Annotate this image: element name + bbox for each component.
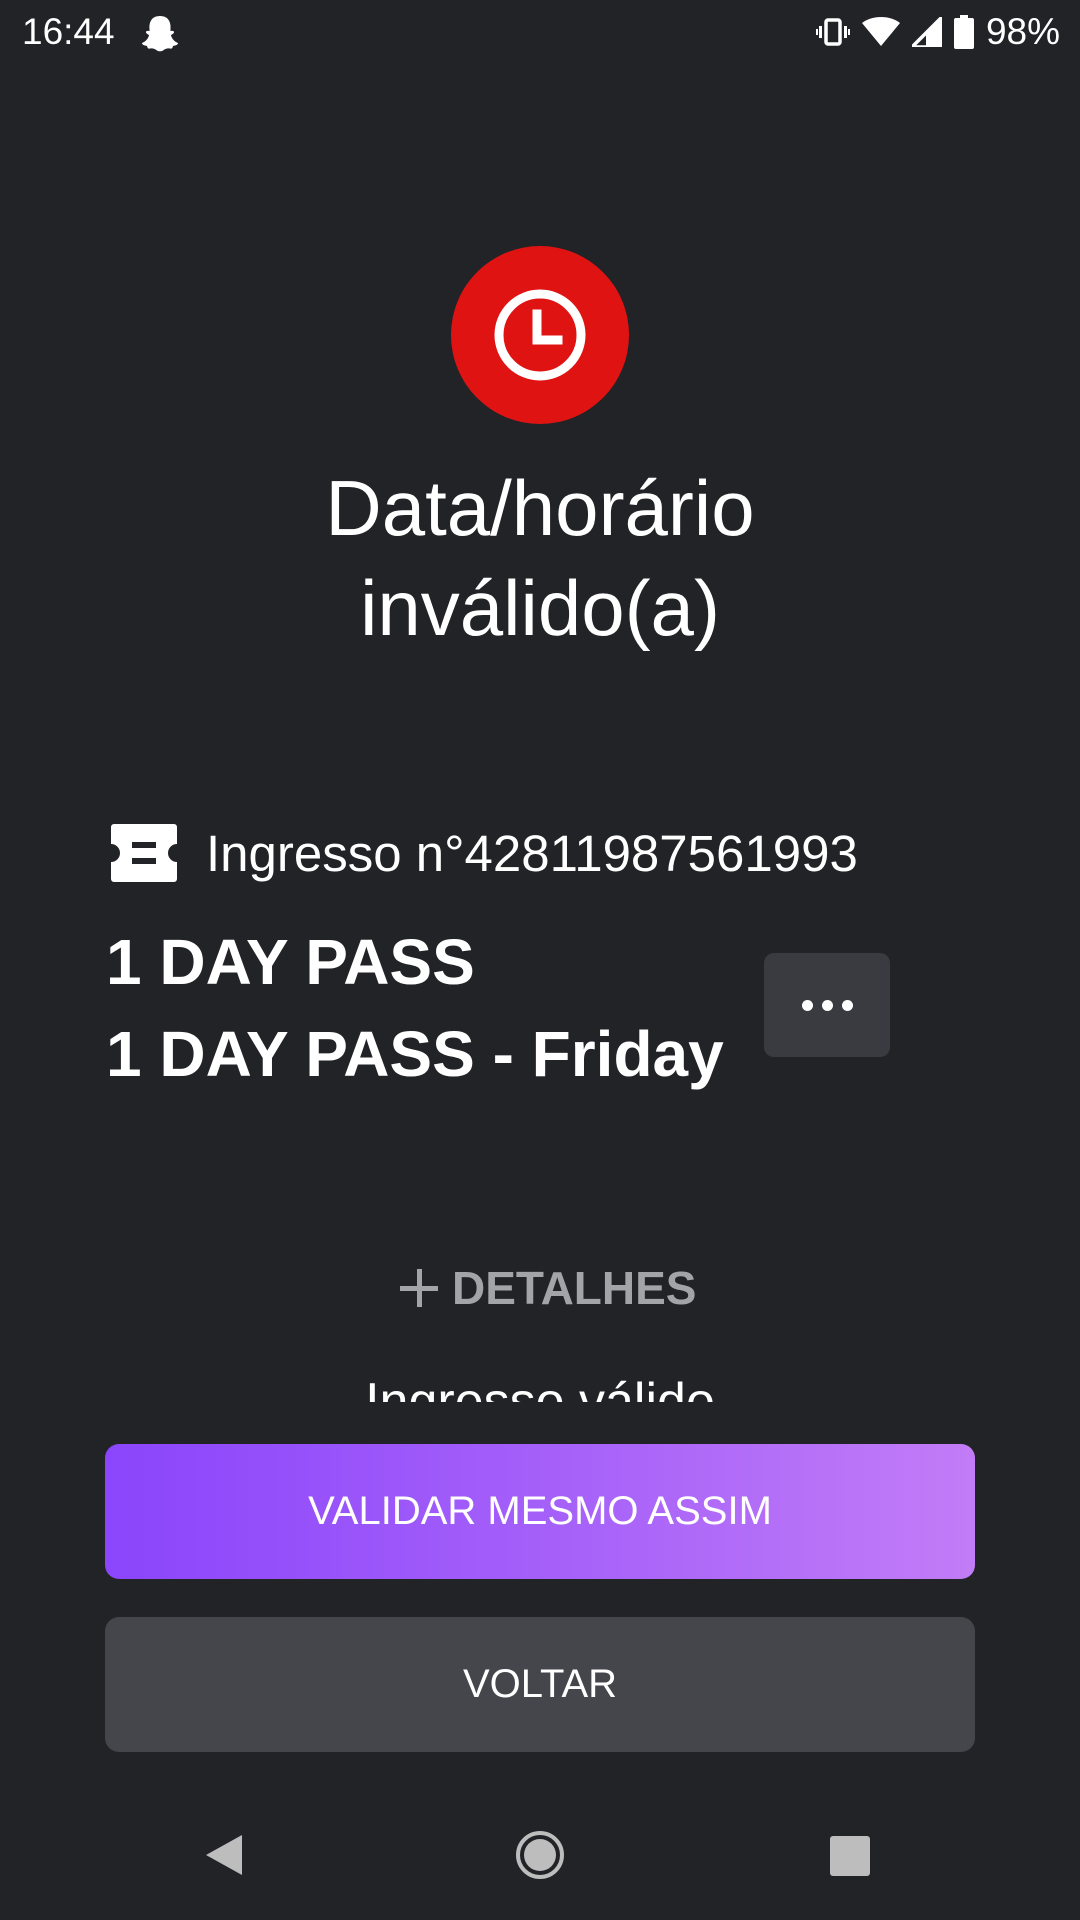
- ticket-subname: 1 DAY PASS - Friday: [106, 1018, 724, 1090]
- alert-title-line2: inválido(a): [360, 564, 720, 652]
- details-toggle[interactable]: DETALHES: [400, 1258, 700, 1318]
- plus-icon: [400, 1269, 438, 1307]
- wifi-icon: [861, 17, 900, 47]
- ticket-number: Ingresso n°42811987561993: [206, 824, 858, 882]
- navigation-bar: [0, 1800, 1080, 1920]
- nav-home-icon[interactable]: [515, 1830, 565, 1885]
- back-button[interactable]: VOLTAR: [105, 1617, 975, 1752]
- validate-anyway-button[interactable]: VALIDAR MESMO ASSIM: [105, 1444, 975, 1579]
- battery-percentage: 98%: [985, 11, 1060, 52]
- back-button-label: VOLTAR: [462, 1662, 618, 1706]
- alert-title: Data/horário inválido(a): [140, 458, 940, 658]
- ticket-status-text: Ingresso válido: [365, 1373, 715, 1402]
- more-options-button[interactable]: [764, 953, 890, 1057]
- battery-icon: [953, 15, 974, 49]
- status-icons: 98%: [815, 10, 1060, 54]
- more-horizontal-icon-dot: [821, 999, 833, 1011]
- ticket-icon: [110, 822, 178, 884]
- status-bar: 16:44 98%: [0, 0, 1080, 64]
- nav-recents-icon[interactable]: [830, 1836, 870, 1881]
- alert-title-line1: Data/horário: [325, 464, 755, 552]
- snapchat-ghost-icon: [140, 14, 180, 52]
- vibrate-icon: [815, 17, 850, 47]
- clock-icon: [451, 246, 629, 424]
- ticket-name: 1 DAY PASS: [106, 926, 475, 998]
- validate-anyway-label: VALIDAR MESMO ASSIM: [308, 1489, 772, 1533]
- status-time: 16:44: [22, 11, 115, 52]
- details-label: DETALHES: [452, 1262, 697, 1314]
- nav-back-icon[interactable]: [204, 1833, 244, 1882]
- details-scroll-area[interactable]: Ingresso válido: [0, 1360, 1080, 1402]
- signal-icon: [911, 17, 942, 47]
- ticket-number-row: Ingresso n°42811987561993: [110, 820, 858, 886]
- more-horizontal-icon-dot: [801, 999, 813, 1011]
- more-horizontal-icon-dot: [841, 999, 853, 1011]
